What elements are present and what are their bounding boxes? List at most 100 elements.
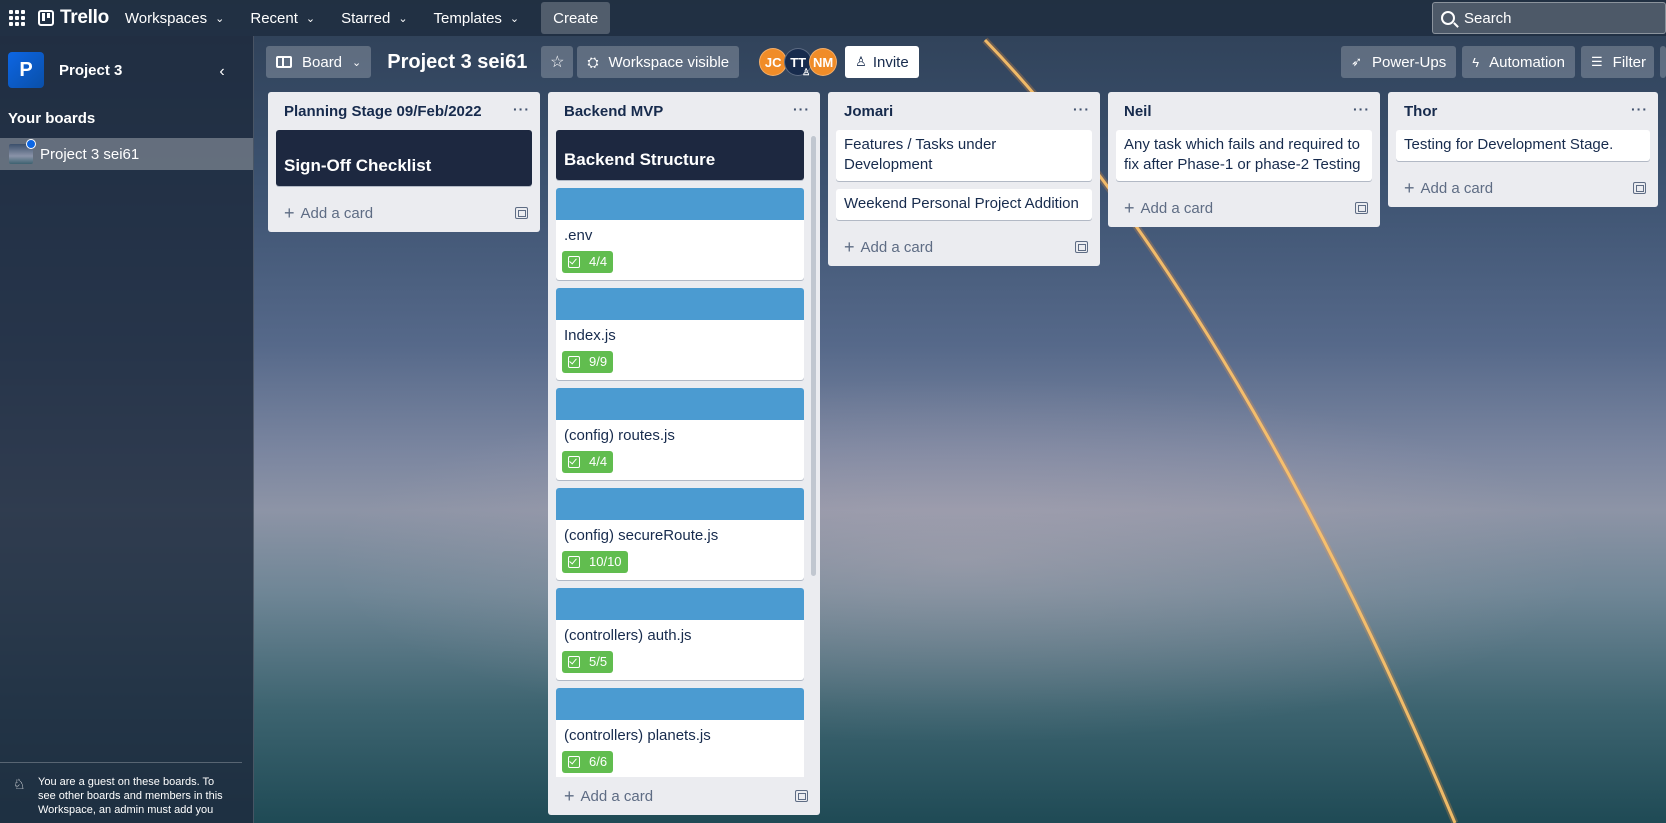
nav-starred[interactable]: Starred ⌄ <box>331 2 417 34</box>
create-button[interactable]: Create <box>541 2 611 34</box>
card-cover <box>556 388 804 420</box>
member-avatar[interactable]: JC <box>759 48 788 76</box>
sidebar-board-project-3-sei61[interactable]: Project 3 sei61 <box>0 138 253 170</box>
collapse-sidebar-icon[interactable]: ‹ <box>210 60 234 84</box>
board-view-label: Board <box>302 53 343 71</box>
top-navigation-bar: Trello Workspaces ⌄ Recent ⌄ Starred ⌄ Temp… <box>0 0 1666 36</box>
checklist-icon <box>568 256 580 268</box>
add-card-button[interactable]: + Add a card <box>548 777 820 815</box>
plus-icon: + <box>1404 177 1415 198</box>
card-title: (controllers) planets.js <box>564 727 711 744</box>
board-header: Board ⌄ Project 3 sei61 ☆ ⛭ Workspace vi… <box>254 44 1666 80</box>
list-header[interactable]: Backend MVP ··· <box>548 92 820 130</box>
card-testing-development[interactable]: Testing for Development Stage. <box>1396 130 1650 161</box>
checklist-count: 4/4 <box>589 454 608 469</box>
card-backend-structure[interactable]: Backend Structure <box>556 130 804 180</box>
invite-button[interactable]: ♙ Invite <box>845 46 919 78</box>
add-card-label: Add a card <box>860 238 934 256</box>
card-env[interactable]: .env 4/4 <box>556 188 804 280</box>
search-input[interactable] <box>1464 9 1644 27</box>
card-title: Weekend Personal Project Addition <box>844 195 1079 212</box>
checklist-count: 5/5 <box>589 654 608 669</box>
card-weekend-personal-project[interactable]: Weekend Personal Project Addition <box>836 189 1092 220</box>
checklist-icon <box>568 656 580 668</box>
card-index-js[interactable]: Index.js 9/9 <box>556 288 804 380</box>
member-avatar[interactable]: NM <box>809 48 838 76</box>
create-from-template-icon[interactable] <box>795 790 808 802</box>
chevron-down-icon: ⌄ <box>509 12 520 25</box>
card-title: .env <box>564 227 593 244</box>
list-menu-icon[interactable]: ··· <box>1353 101 1370 117</box>
workspace-name[interactable]: Project 3 <box>59 62 122 79</box>
guest-icon: ♘ <box>13 776 26 792</box>
card-sign-off-checklist[interactable]: Sign-Off Checklist <box>276 130 532 186</box>
board-header-actions: ➶ Power-Ups ϟ Automation ☰ Filter <box>1335 46 1666 78</box>
create-from-template-icon[interactable] <box>1633 182 1646 194</box>
plus-icon: + <box>844 236 855 257</box>
card-cover <box>556 488 804 520</box>
add-card-button[interactable]: + Add a card <box>268 194 540 232</box>
list-scrollbar[interactable] <box>811 136 816 576</box>
board-view-switcher[interactable]: Board ⌄ <box>266 46 372 78</box>
card-controllers-planets-js[interactable]: (controllers) planets.js 6/6 <box>556 688 804 777</box>
show-menu-button[interactable] <box>1660 46 1666 78</box>
power-ups-button[interactable]: ➶ Power-Ups <box>1341 46 1457 78</box>
list-menu-icon[interactable]: ··· <box>513 101 530 117</box>
add-card-button[interactable]: + Add a card <box>1108 189 1380 227</box>
chevron-down-icon: ⌄ <box>398 12 408 25</box>
list-jomari: Jomari ··· Features / Tasks under Develo… <box>828 92 1100 266</box>
chevron-down-icon: ⌄ <box>352 56 362 69</box>
card-container: Backend Structure .env 4/4 Index.js 9/9 … <box>548 130 820 777</box>
card-controllers-auth-js[interactable]: (controllers) auth.js 5/5 <box>556 588 804 680</box>
board-members: JC TT NM <box>759 48 838 78</box>
list-menu-icon[interactable]: ··· <box>1073 101 1090 117</box>
add-person-icon: ♙ <box>855 54 867 69</box>
search-icon <box>1441 11 1455 25</box>
filter-button[interactable]: ☰ Filter <box>1581 46 1654 78</box>
card-container: Testing for Development Stage. <box>1388 130 1658 161</box>
sidebar: P Project 3 ‹ Your boards Project 3 sei6… <box>0 36 254 823</box>
trello-logo[interactable]: Trello <box>38 7 109 29</box>
list-menu-icon[interactable]: ··· <box>793 101 810 117</box>
card-failed-task-fixes[interactable]: Any task which fails and required to fix… <box>1116 130 1372 181</box>
nav-workspaces[interactable]: Workspaces ⌄ <box>115 2 234 34</box>
automation-button[interactable]: ϟ Automation <box>1462 46 1575 78</box>
list-menu-icon[interactable]: ··· <box>1631 101 1648 117</box>
checklist-badge: 9/9 <box>562 351 614 373</box>
app-switcher-icon[interactable] <box>9 10 25 26</box>
list-title: Planning Stage 09/Feb/2022 <box>284 102 482 120</box>
add-card-label: Add a card <box>580 787 654 805</box>
list-thor: Thor ··· Testing for Development Stage. … <box>1388 92 1658 207</box>
nav-workspaces-label: Workspaces <box>124 9 208 27</box>
create-from-template-icon[interactable] <box>1355 202 1368 214</box>
visibility-label: Workspace visible <box>608 53 730 71</box>
checklist-icon <box>568 756 580 768</box>
brand-name: Trello <box>60 7 109 28</box>
list-header[interactable]: Jomari ··· <box>828 92 1100 130</box>
add-card-button[interactable]: + Add a card <box>1388 169 1658 207</box>
nav-templates[interactable]: Templates ⌄ <box>424 2 530 34</box>
board-title[interactable]: Project 3 sei61 <box>387 51 527 74</box>
add-card-button[interactable]: + Add a card <box>828 228 1100 266</box>
card-config-routes-js[interactable]: (config) routes.js 4/4 <box>556 388 804 480</box>
list-header[interactable]: Thor ··· <box>1388 92 1658 130</box>
create-from-template-icon[interactable] <box>1075 241 1088 253</box>
list-title: Thor <box>1404 102 1438 120</box>
list-header[interactable]: Planning Stage 09/Feb/2022 ··· <box>268 92 540 130</box>
card-config-secureroute-js[interactable]: (config) secureRoute.js 10/10 <box>556 488 804 580</box>
checklist-badge: 4/4 <box>562 451 614 473</box>
card-cover <box>556 288 804 320</box>
star-icon: ☆ <box>550 54 565 71</box>
search-field[interactable] <box>1432 2 1666 34</box>
nav-recent[interactable]: Recent ⌄ <box>240 2 325 34</box>
member-avatar[interactable]: TT <box>784 48 813 78</box>
star-board-button[interactable]: ☆ <box>541 46 574 78</box>
list-header[interactable]: Neil ··· <box>1108 92 1380 130</box>
card-features-tasks[interactable]: Features / Tasks under Development <box>836 130 1092 181</box>
checklist-icon <box>568 356 580 368</box>
visibility-button[interactable]: ⛭ Workspace visible <box>577 46 740 78</box>
create-from-template-icon[interactable] <box>515 207 528 219</box>
card-title: Any task which fails and required to fix… <box>1124 136 1361 173</box>
list-neil: Neil ··· Any task which fails and requir… <box>1108 92 1380 227</box>
card-container: Any task which fails and required to fix… <box>1108 130 1380 181</box>
